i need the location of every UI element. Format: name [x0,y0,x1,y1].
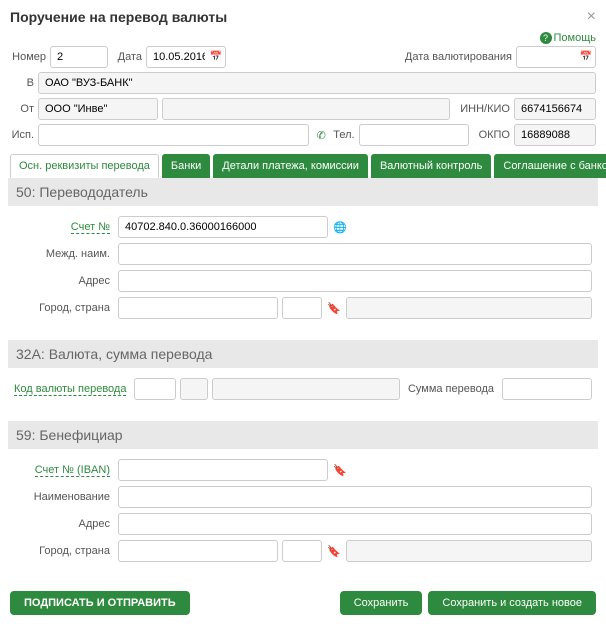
sec32a-amount-label: Сумма перевода [408,383,494,395]
sec50-account-label[interactable]: Счет № [14,221,114,233]
sec50-city-country-label: Город, страна [14,302,114,314]
from-label: От [10,103,34,115]
sec59-name-input[interactable] [118,486,592,508]
sec59-city-input[interactable] [118,540,278,562]
sec50-city-input[interactable] [118,297,278,319]
sec59-address-label: Адрес [14,518,114,530]
sec50-account-input[interactable] [118,216,328,238]
value-date-input[interactable] [516,46,596,68]
sec59-address-input[interactable] [118,513,592,535]
close-icon[interactable]: × [587,8,596,26]
help-icon: ? [540,32,552,44]
save-and-new-button[interactable]: Сохранить и создать новое [428,591,596,615]
inn-kio-label: ИНН/КИО [460,103,510,115]
isp-label: Исп. [10,129,34,141]
globe-icon[interactable]: 🌐 [332,219,348,235]
tabs: Осн. реквизиты перевода Банки Детали пла… [10,154,596,178]
tab-currency-control[interactable]: Валютный контроль [371,154,491,178]
okpo-input[interactable] [514,124,596,146]
sec50-address-label: Адрес [14,275,114,287]
inn-kio-input[interactable] [514,98,596,120]
sec50-address-input[interactable] [118,270,592,292]
section-32a-header: 32A: Валюта, сумма перевода [8,340,598,368]
date-input[interactable] [146,46,226,68]
save-button[interactable]: Сохранить [340,591,423,615]
date-label: Дата [112,51,142,63]
sec32a-currency-code-input[interactable] [134,378,176,400]
lookup-icon[interactable]: 🔖 [326,300,342,316]
sec32a-currency-name-input[interactable] [212,378,399,400]
to-input[interactable] [38,72,596,94]
value-date-label: Дата валютирования [405,51,512,63]
sec59-name-label: Наименование [14,491,114,503]
sec50-country-input[interactable] [346,297,592,319]
sec59-account-input[interactable] [118,459,328,481]
sec32a-amount-input[interactable] [502,378,592,400]
section-59-header: 59: Бенефициар [8,421,598,449]
sec50-country-code-input[interactable] [282,297,322,319]
from-input[interactable] [38,98,158,120]
help-label: Помощь [554,32,597,44]
tab-main-details[interactable]: Осн. реквизиты перевода [10,154,159,178]
lookup-icon[interactable]: 🔖 [332,462,348,478]
from-extra-input[interactable] [162,98,450,120]
sec50-intname-input[interactable] [118,243,592,265]
sec32a-currency-short-input[interactable] [180,378,208,400]
tel-input[interactable] [359,124,469,146]
sec59-account-label[interactable]: Счет № (IBAN) [14,464,114,476]
sign-send-button[interactable]: ПОДПИСАТЬ И ОТПРАВИТЬ [10,591,190,615]
section-50-header: 50: Перевододатель [8,178,598,206]
number-input[interactable] [50,46,108,68]
help-link[interactable]: ?Помощь [540,32,597,44]
lookup-icon[interactable]: 🔖 [326,543,342,559]
okpo-label: ОКПО [479,129,510,141]
isp-input[interactable] [38,124,309,146]
tel-label: Тел. [333,129,354,141]
phone-icon[interactable]: ✆ [313,127,329,143]
number-label: Номер [10,51,46,63]
sec59-city-country-label: Город, страна [14,545,114,557]
to-label: В [10,77,34,89]
dialog-title: Поручение на перевод валюты [10,9,227,25]
tab-agreement[interactable]: Соглашение с банком [494,154,606,178]
sec59-country-code-input[interactable] [282,540,322,562]
tab-payment-details[interactable]: Детали платежа, комиссии [213,154,368,178]
tab-banks[interactable]: Банки [162,154,210,178]
sec50-intname-label: Межд. наим. [14,248,114,260]
sec32a-currency-label[interactable]: Код валюты перевода [14,383,126,396]
sec59-country-input[interactable] [346,540,592,562]
